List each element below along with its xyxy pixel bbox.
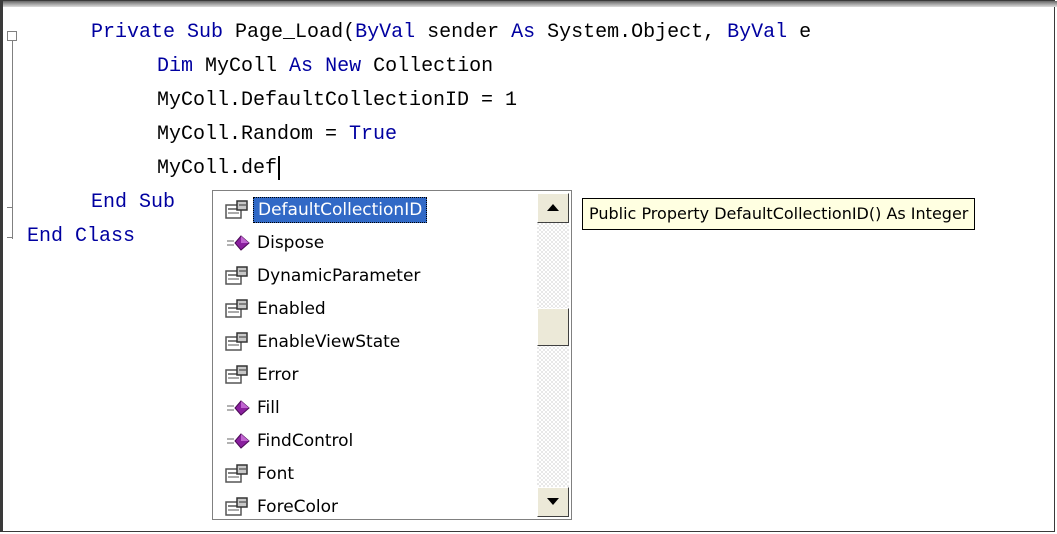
keyword-token: Private xyxy=(91,21,176,44)
intellisense-item-label: ForeColor xyxy=(257,496,339,517)
code-token: MyColl.Random = xyxy=(157,123,350,146)
intellisense-item-label: Error xyxy=(257,364,299,385)
code-token: System.Object, xyxy=(535,21,728,44)
keyword-token: Class xyxy=(75,225,136,248)
scroll-down-arrow-icon[interactable] xyxy=(537,487,569,517)
property-icon xyxy=(225,298,255,320)
intellisense-scrollbar[interactable] xyxy=(537,193,569,517)
code-line-1[interactable]: Private Sub Page_Load(ByVal sender As Sy… xyxy=(91,19,811,47)
quickinfo-tooltip: Public Property DefaultCollectionID() As… xyxy=(582,198,976,230)
keyword-token: True xyxy=(349,123,398,146)
keyword-token: Sub xyxy=(139,191,176,214)
keyword-token: Sub xyxy=(187,21,224,44)
text-caret xyxy=(278,155,281,180)
method-icon xyxy=(225,232,255,254)
property-icon xyxy=(225,265,255,287)
keyword-token: As xyxy=(289,55,314,78)
keyword-token: As xyxy=(511,21,536,44)
code-line-5[interactable]: MyColl.def xyxy=(157,155,281,183)
outline-tick-end-sub xyxy=(7,207,13,208)
code-line-3[interactable]: MyColl.DefaultCollectionID = 1 xyxy=(157,87,517,115)
code-token: e xyxy=(787,21,812,44)
property-icon xyxy=(225,199,255,221)
intellisense-item-label: DynamicParameter xyxy=(257,265,421,286)
intellisense-item[interactable]: Fill xyxy=(215,391,537,424)
intellisense-item[interactable]: FindControl xyxy=(215,424,537,457)
intellisense-item-label: Fill xyxy=(257,397,280,418)
intellisense-item-label: Dispose xyxy=(257,232,325,253)
intellisense-item[interactable]: ForeColor xyxy=(215,490,537,523)
intellisense-items: DefaultCollectionID Dispose DynamicParamet… xyxy=(215,193,537,523)
code-token: sender xyxy=(415,21,512,44)
code-token: Collection xyxy=(361,55,494,78)
intellisense-item[interactable]: EnableViewState xyxy=(215,325,537,358)
keyword-token: ByVal xyxy=(727,21,788,44)
property-icon xyxy=(225,364,255,386)
collapse-toggle-icon[interactable] xyxy=(7,31,17,41)
outline-tick-end-class xyxy=(7,237,13,238)
code-token: MyColl.def xyxy=(157,157,278,180)
code-token: MyColl xyxy=(193,55,290,78)
intellisense-item-label: EnableViewState xyxy=(257,331,401,352)
keyword-token: End xyxy=(91,191,128,214)
code-line-6[interactable]: End Sub xyxy=(91,189,175,217)
keyword-token: ByVal xyxy=(355,21,416,44)
code-line-2[interactable]: Dim MyColl As New Collection xyxy=(157,53,493,81)
intellisense-item-label: DefaultCollectionID xyxy=(253,196,428,223)
code-token: MyColl.DefaultCollectionID = 1 xyxy=(157,89,518,112)
keyword-token: End xyxy=(27,225,64,248)
scroll-up-arrow-icon[interactable] xyxy=(537,193,569,223)
clipped-previous-line xyxy=(3,1,1057,7)
scroll-thumb[interactable] xyxy=(537,308,569,346)
intellisense-item-label: FindControl xyxy=(257,430,354,451)
code-token: Page_Load( xyxy=(223,21,356,44)
keyword-token: New xyxy=(325,55,362,78)
code-line-4[interactable]: MyColl.Random = True xyxy=(157,121,397,149)
method-icon xyxy=(225,397,255,419)
intellisense-item[interactable]: DynamicParameter xyxy=(215,259,537,292)
keyword-token: Dim xyxy=(157,55,194,78)
intellisense-item[interactable]: Font xyxy=(215,457,537,490)
intellisense-item-label: Enabled xyxy=(257,298,326,319)
property-icon xyxy=(225,331,255,353)
code-line-7[interactable]: End Class xyxy=(27,223,135,251)
intellisense-list[interactable]: DefaultCollectionID Dispose DynamicParamet… xyxy=(212,190,572,520)
intellisense-item[interactable]: DefaultCollectionID xyxy=(215,193,537,226)
property-icon xyxy=(225,463,255,485)
method-icon xyxy=(225,430,255,452)
intellisense-item-label: Font xyxy=(257,463,295,484)
intellisense-item[interactable]: Dispose xyxy=(215,226,537,259)
outline-line xyxy=(12,41,13,221)
intellisense-item[interactable]: Error xyxy=(215,358,537,391)
intellisense-item[interactable]: Enabled xyxy=(215,292,537,325)
property-icon xyxy=(225,496,255,518)
